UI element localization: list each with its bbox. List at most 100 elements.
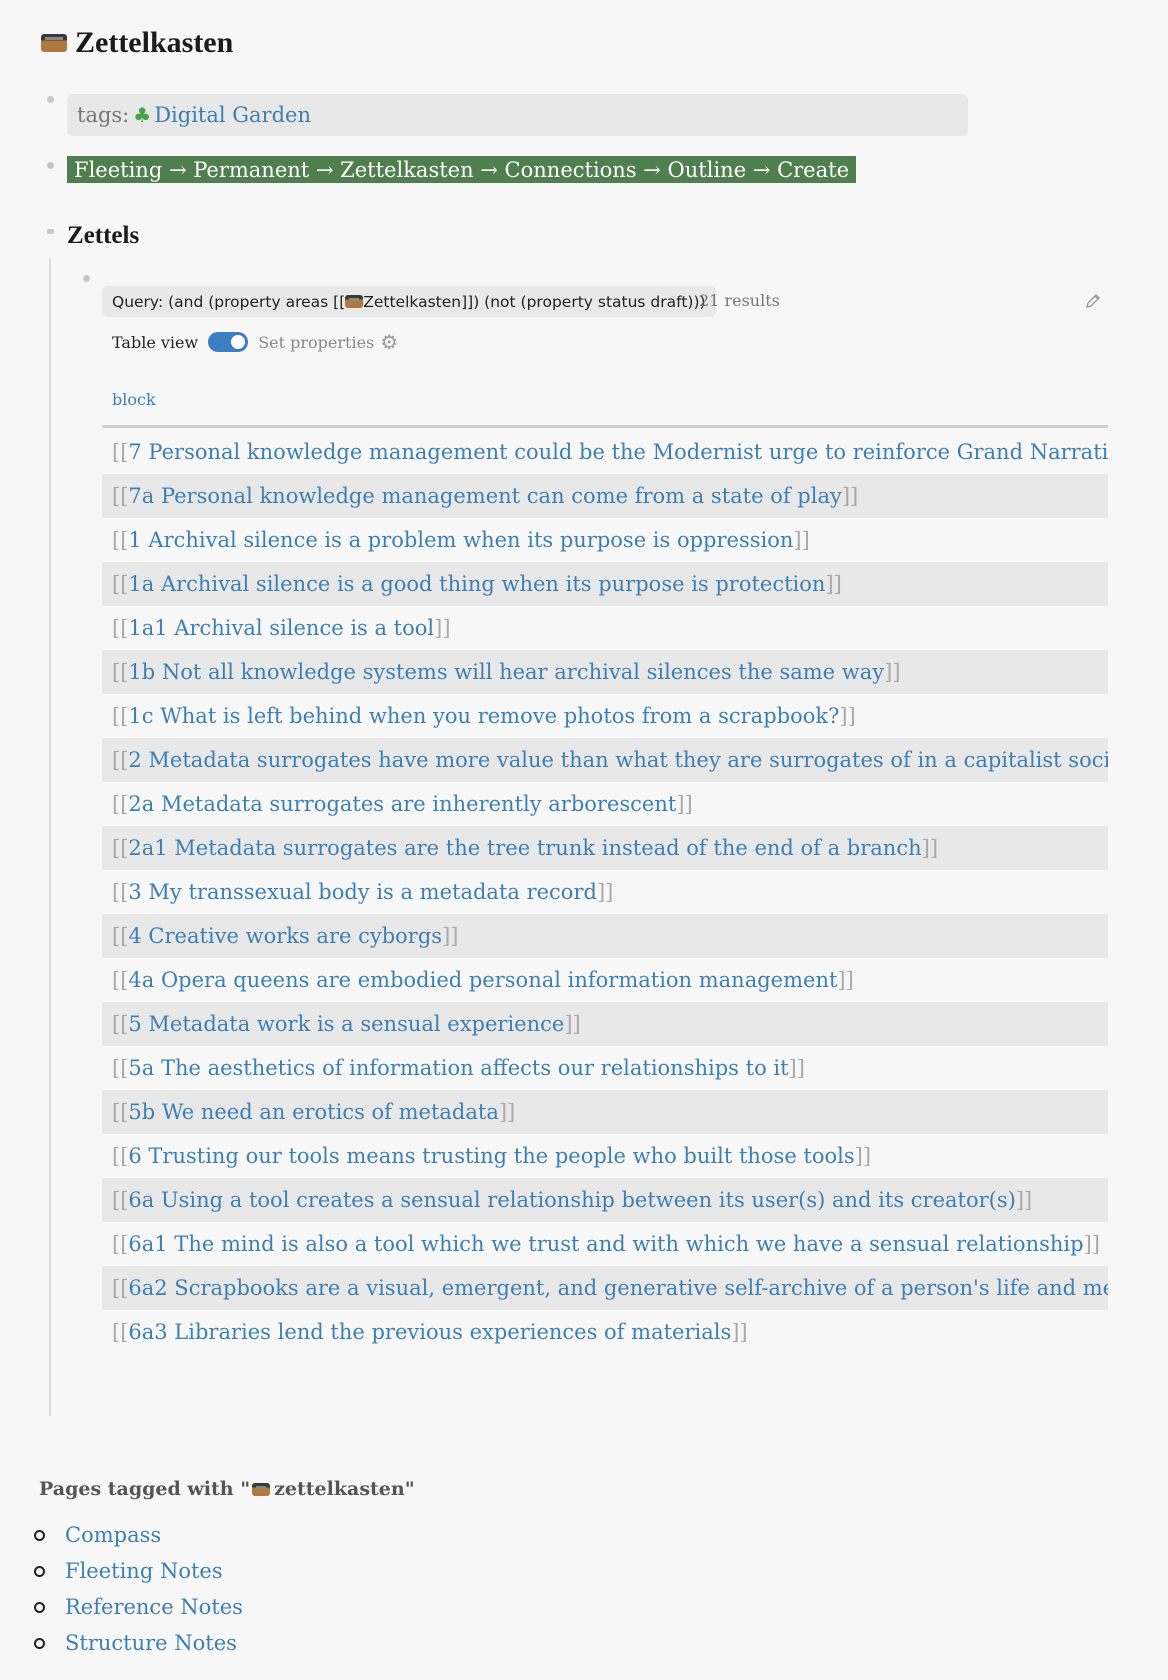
zettel-page-link[interactable]: 5 Metadata work is a sensual experience: [128, 1012, 564, 1036]
table-row[interactable]: [[6a Using a tool creates a sensual rela…: [102, 1178, 1108, 1222]
close-bracket: ]]: [1015, 1188, 1033, 1212]
table-row[interactable]: [[1a1 Archival silence is a tool]]: [102, 606, 1108, 650]
close-bracket: ]]: [1083, 1232, 1100, 1256]
table-row[interactable]: [[2 Metadata surrogates have more value …: [102, 738, 1108, 782]
pencil-icon[interactable]: [1084, 292, 1102, 310]
close-bracket: ]]: [596, 880, 614, 904]
table-view-label: Table view: [112, 332, 199, 352]
list-bullet-icon: [34, 1601, 45, 1613]
table-row[interactable]: [[6 Trusting our tools means trusting th…: [102, 1134, 1108, 1178]
table-row[interactable]: [[2a Metadata surrogates are inherently …: [102, 782, 1108, 826]
block-bullet[interactable]: [47, 96, 54, 103]
column-header-block[interactable]: block: [112, 390, 156, 409]
open-bracket: [[: [112, 1232, 129, 1256]
open-bracket: [[: [112, 572, 129, 596]
table-row[interactable]: [[4 Creative works are cyborgs]]: [102, 914, 1108, 958]
table-row[interactable]: [[7 Personal knowledge management could …: [102, 430, 1108, 474]
query-controls: Table view Set properties ⚙: [112, 330, 398, 354]
query-text[interactable]: Query: (and (property areas [[ Zettelkas…: [102, 286, 716, 317]
list-bullet-icon: [34, 1565, 45, 1577]
table-row[interactable]: [[1b Not all knowledge systems will hear…: [102, 650, 1108, 694]
zettel-page-link[interactable]: 6a Using a tool creates a sensual relati…: [128, 1188, 1015, 1212]
set-properties-label[interactable]: Set properties: [258, 333, 374, 352]
query-block-bullet[interactable]: [83, 275, 90, 282]
results-count: 21 results: [699, 291, 780, 310]
tag-link-digital-garden[interactable]: Digital Garden: [154, 103, 311, 127]
close-bracket: ]]: [839, 704, 856, 728]
zettel-page-link[interactable]: 1 Archival silence is a problem when its…: [128, 528, 793, 552]
block-bullet[interactable]: [47, 162, 54, 169]
table-row[interactable]: [[3 My transsexual body is a metadata re…: [102, 870, 1108, 914]
open-bracket: [[: [112, 528, 129, 552]
table-row[interactable]: [[6a2 Scrapbooks are a visual, emergent,…: [102, 1266, 1108, 1310]
open-bracket: [[: [112, 836, 129, 860]
table-row[interactable]: [[5b We need an erotics of metadata]]: [102, 1090, 1108, 1134]
table-row[interactable]: [[5 Metadata work is a sensual experienc…: [102, 1002, 1108, 1046]
table-row[interactable]: [[1 Archival silence is a problem when i…: [102, 518, 1108, 562]
tagged-page-link[interactable]: Fleeting Notes: [65, 1559, 223, 1583]
close-bracket: ]]: [921, 836, 939, 860]
zettel-page-link[interactable]: 5a The aesthetics of information affects…: [128, 1056, 788, 1080]
table-row[interactable]: [[6a1 The mind is also a tool which we t…: [102, 1222, 1108, 1266]
open-bracket: [[: [112, 660, 129, 684]
table-view-toggle[interactable]: [208, 332, 249, 352]
open-bracket: [[: [112, 1144, 129, 1168]
tagged-page-link[interactable]: Structure Notes: [65, 1631, 237, 1655]
open-bracket: [[: [112, 484, 129, 508]
table-row[interactable]: [[2a1 Metadata surrogates are the tree t…: [102, 826, 1108, 870]
open-bracket: [[: [112, 616, 129, 640]
close-bracket: ]]: [841, 484, 859, 508]
close-bracket: ]]: [854, 1144, 872, 1168]
zettel-page-link[interactable]: 6a3 Libraries lend the previous experien…: [128, 1320, 731, 1344]
zettel-page-link[interactable]: 7 Personal knowledge management could be…: [128, 440, 1108, 464]
close-bracket: ]]: [434, 616, 451, 640]
list-bullet-icon: [34, 1637, 45, 1649]
zettel-page-link[interactable]: 3 My transsexual body is a metadata reco…: [128, 880, 597, 904]
zettel-page-link[interactable]: 7a Personal knowledge management can com…: [128, 484, 841, 508]
zettel-page-link[interactable]: 2 Metadata surrogates have more value th…: [128, 748, 1108, 772]
open-bracket: [[: [112, 924, 129, 948]
open-bracket: [[: [112, 748, 129, 772]
zettel-page-link[interactable]: 6a1 The mind is also a tool which we tru…: [128, 1232, 1083, 1256]
toggle-knob: [231, 335, 246, 349]
tagged-page-link[interactable]: Compass: [65, 1523, 161, 1547]
close-bracket: ]]: [498, 1100, 516, 1124]
list-item: Structure Notes: [34, 1625, 243, 1661]
table-row[interactable]: [[4a Opera queens are embodied personal …: [102, 958, 1108, 1002]
list-item: Fleeting Notes: [34, 1553, 243, 1589]
page-title: Zettelkasten: [41, 26, 233, 60]
tags-property-block[interactable]: tags: ♣ Digital Garden: [67, 94, 968, 136]
page: Zettelkasten tags: ♣ Digital Garden Flee…: [0, 0, 1168, 1680]
gear-icon[interactable]: ⚙: [380, 332, 398, 352]
list-bullet-icon: [34, 1529, 45, 1541]
close-bracket: ]]: [676, 792, 693, 816]
zettel-page-link[interactable]: 2a1 Metadata surrogates are the tree tru…: [128, 836, 921, 860]
tagged-heading-suffix: ": [404, 1478, 415, 1500]
card-file-box-icon: [345, 295, 364, 308]
table-row[interactable]: [[7a Personal knowledge management can c…: [102, 474, 1108, 518]
block-bullet-collapsed[interactable]: [47, 229, 54, 234]
zettel-page-link[interactable]: 6 Trusting our tools means trusting the …: [128, 1144, 854, 1168]
zettel-page-link[interactable]: 1a Archival silence is a good thing when…: [128, 572, 825, 596]
section-heading-zettels: Zettels: [67, 222, 140, 249]
four-leaf-clover-icon: ♣: [133, 103, 152, 127]
open-bracket: [[: [112, 1100, 129, 1124]
zettel-page-link[interactable]: 5b We need an erotics of metadata: [128, 1100, 498, 1124]
zettel-page-link[interactable]: 1c What is left behind when you remove p…: [128, 704, 839, 728]
query-prefix: Query: (and (property areas [[: [112, 292, 346, 311]
open-bracket: [[: [112, 1056, 129, 1080]
zettel-page-link[interactable]: 1a1 Archival silence is a tool: [128, 616, 434, 640]
close-bracket: ]]: [793, 528, 810, 552]
table-row[interactable]: [[5a The aesthetics of information affec…: [102, 1046, 1108, 1090]
zettel-page-link[interactable]: 4a Opera queens are embodied personal in…: [128, 968, 837, 992]
zettel-page-link[interactable]: 6a2 Scrapbooks are a visual, emergent, a…: [128, 1276, 1108, 1300]
zettel-page-link[interactable]: 1b Not all knowledge systems will hear a…: [128, 660, 884, 684]
tagged-page-link[interactable]: Reference Notes: [65, 1595, 243, 1619]
table-row[interactable]: [[1a Archival silence is a good thing wh…: [102, 562, 1108, 606]
page-title-text: Zettelkasten: [75, 26, 234, 59]
zettel-page-link[interactable]: 2a Metadata surrogates are inherently ar…: [128, 792, 676, 816]
table-row[interactable]: [[6a3 Libraries lend the previous experi…: [102, 1310, 1108, 1354]
table-row[interactable]: [[1c What is left behind when you remove…: [102, 694, 1108, 738]
card-file-box-icon: [252, 1482, 271, 1496]
zettel-page-link[interactable]: 4 Creative works are cyborgs: [128, 924, 442, 948]
